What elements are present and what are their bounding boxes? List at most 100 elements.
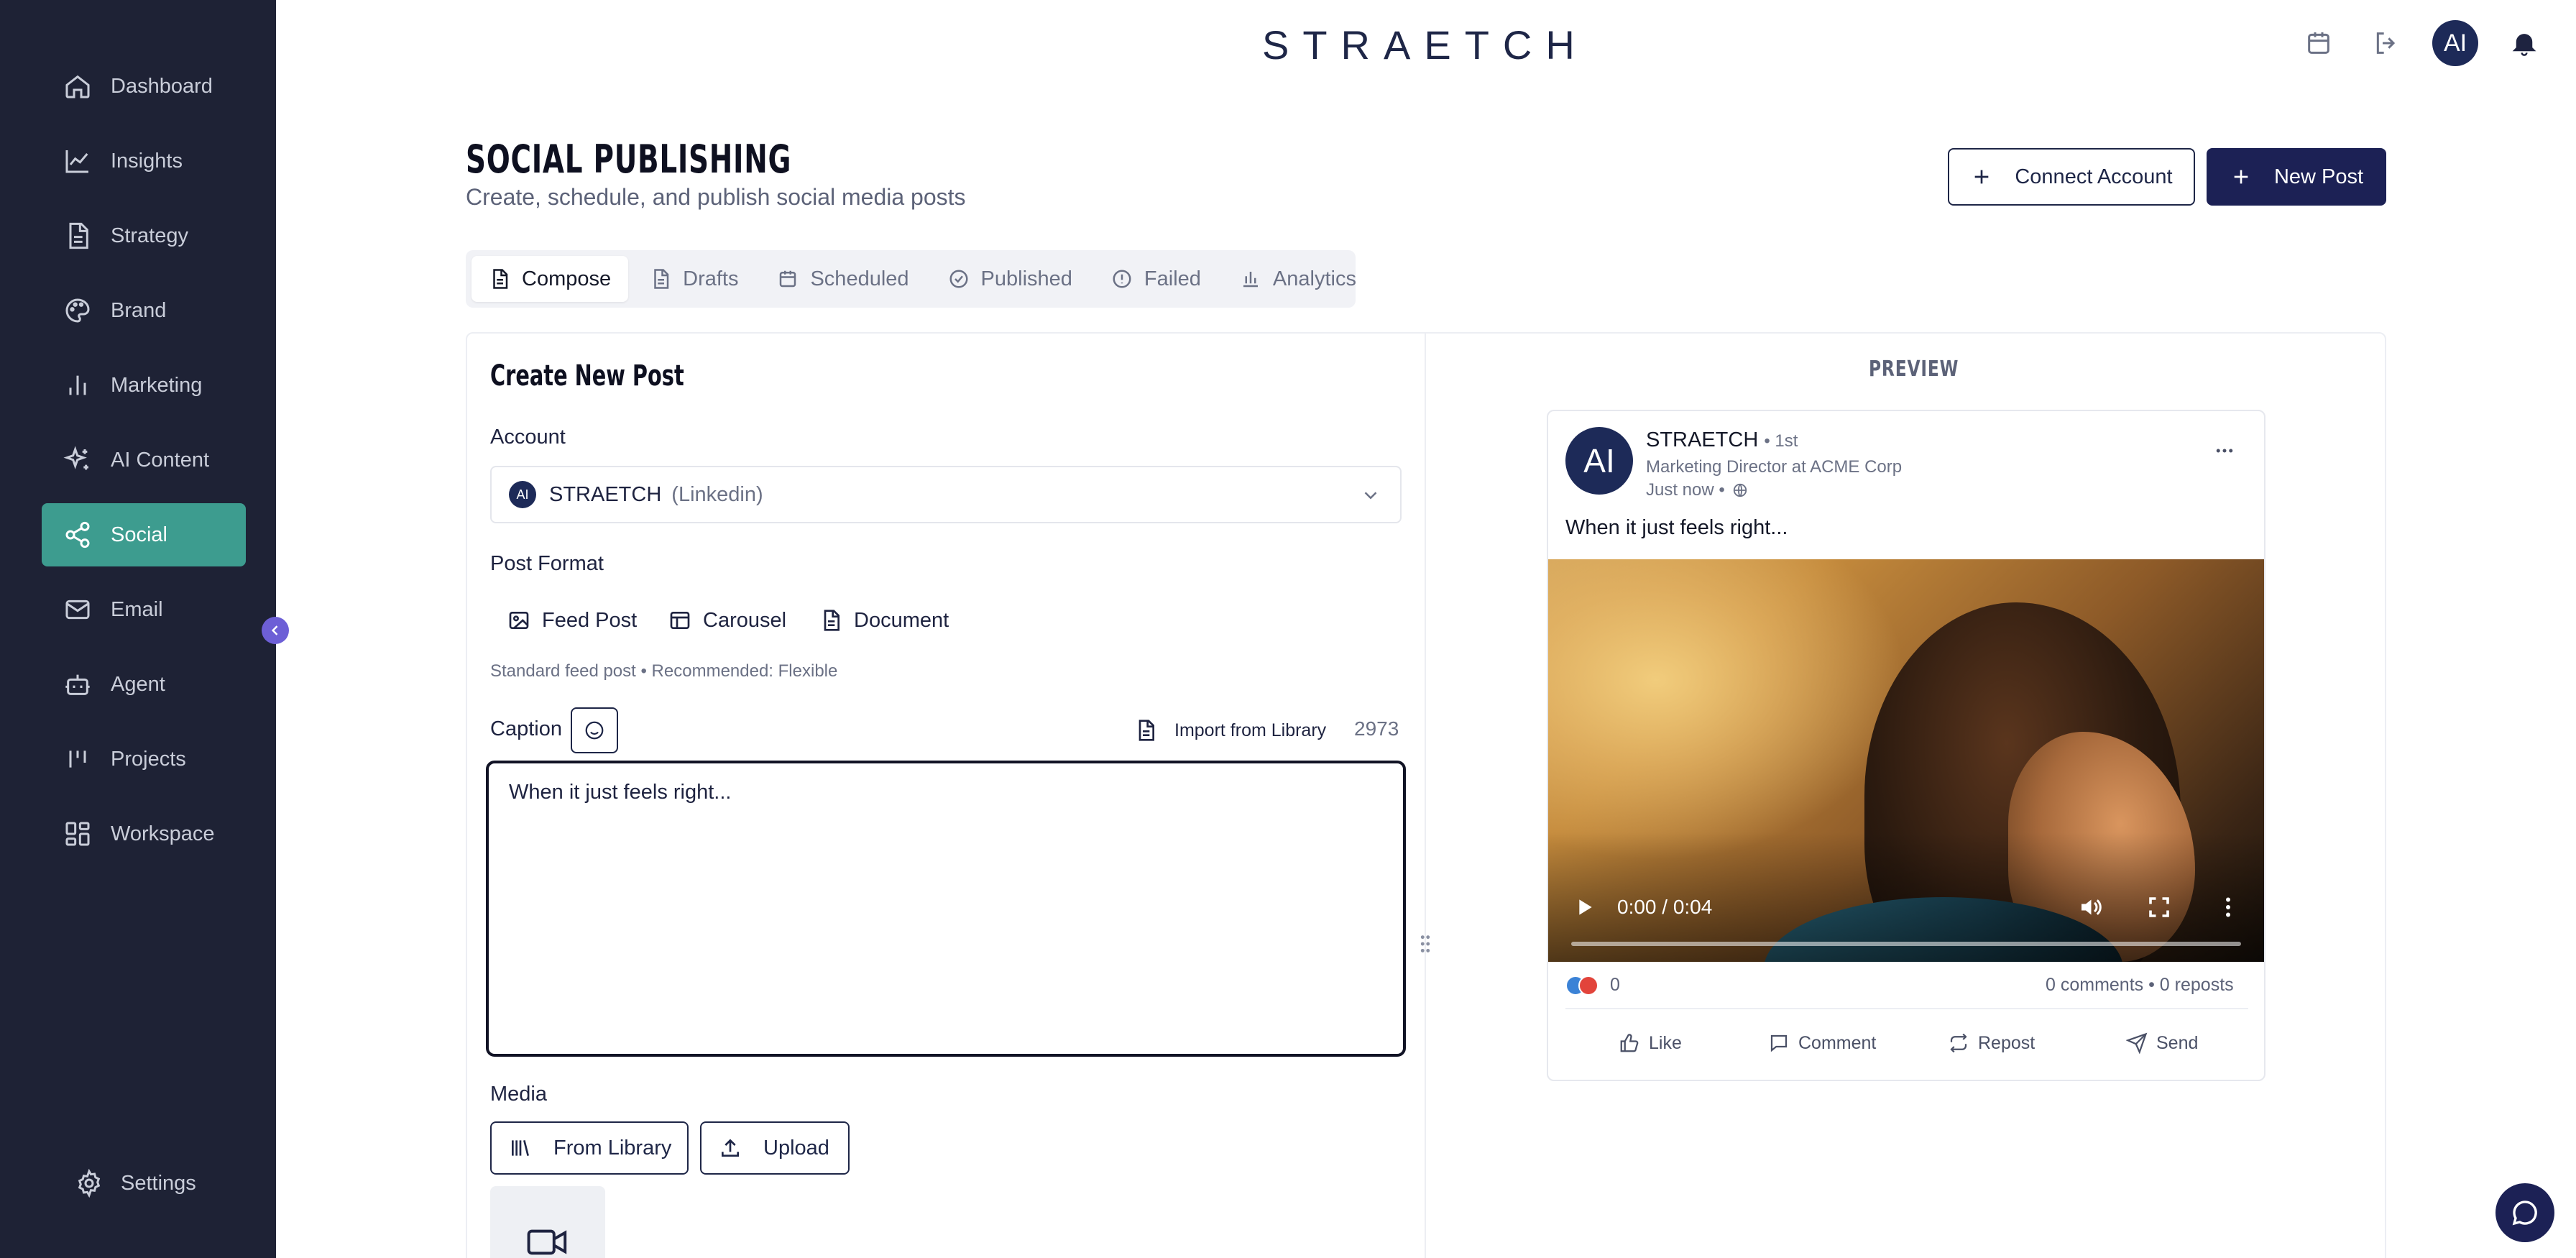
video-player[interactable]: 0:00 / 0:04	[1548, 559, 2264, 962]
plus-icon	[2234, 170, 2248, 184]
document-icon	[69, 222, 88, 249]
upload-button[interactable]: Upload	[700, 1121, 850, 1175]
sidebar-item-dashboard[interactable]: Dashboard	[42, 55, 246, 118]
document-icon	[824, 610, 840, 631]
sidebar-item-label: Projects	[111, 747, 186, 771]
tab-drafts[interactable]: Drafts	[632, 256, 755, 302]
sidebar-item-ai-content[interactable]: AI Content	[42, 428, 246, 492]
sidebar-item-label: Strategy	[111, 224, 188, 247]
format-hint: Standard feed post • Recommended: Flexib…	[490, 661, 838, 681]
new-post-button[interactable]: New Post	[2207, 148, 2386, 206]
gear-icon	[78, 1169, 101, 1198]
chevron-down-icon	[1364, 492, 1377, 500]
document-icon	[493, 269, 508, 289]
media-label: Media	[490, 1083, 547, 1106]
sidebar-item-workspace[interactable]: Workspace	[42, 802, 246, 866]
preview-text: When it just feels right...	[1565, 516, 1788, 539]
tab-published[interactable]: Published	[931, 256, 1090, 302]
document-icon	[1138, 720, 1154, 741]
video-icon	[527, 1229, 567, 1255]
repost-action[interactable]: Repost	[1948, 1032, 2035, 1054]
volume-icon[interactable]	[2077, 894, 2103, 920]
comment-action[interactable]: Comment	[1768, 1032, 1876, 1054]
library-icon	[512, 1140, 529, 1156]
caption-textarea[interactable]: When it just feels right...	[486, 761, 1406, 1057]
tab-analytics[interactable]: Analytics	[1223, 256, 1374, 302]
fullscreen-icon[interactable]	[2146, 894, 2172, 920]
format-document[interactable]: Document	[819, 602, 949, 638]
mail-icon	[65, 600, 90, 620]
engagement-stats: 0 comments • 0 reposts	[2046, 975, 2234, 995]
sidebar-item-social[interactable]: Social	[42, 503, 246, 566]
sidebar-item-insights[interactable]: Insights	[42, 129, 246, 193]
card-divider	[1565, 1008, 2248, 1009]
plus-icon	[1975, 170, 1989, 184]
video-progress-bar[interactable]	[1571, 942, 2241, 946]
caption-label: Caption	[490, 717, 562, 740]
user-avatar[interactable]: AI	[2432, 20, 2478, 66]
love-reaction-icon	[1578, 975, 1598, 996]
calendar-icon[interactable]	[2304, 29, 2333, 58]
smile-icon	[585, 721, 604, 740]
layout-icon	[670, 612, 690, 629]
send-action[interactable]: Send	[2126, 1032, 2198, 1054]
sidebar-item-brand[interactable]: Brand	[42, 279, 246, 342]
page-subtitle: Create, schedule, and publish social med…	[466, 184, 966, 210]
format-feed-post[interactable]: Feed Post	[507, 602, 637, 638]
preview-title: PREVIEW	[1869, 357, 1959, 382]
sidebar-collapse-button[interactable]	[262, 617, 289, 644]
tab-failed[interactable]: Failed	[1094, 256, 1218, 302]
format-carousel[interactable]: Carousel	[668, 602, 786, 638]
post-format-label: Post Format	[490, 552, 604, 575]
import-from-library-button[interactable]: Import from Library	[1134, 716, 1326, 745]
like-action[interactable]: Like	[1619, 1032, 1682, 1054]
logout-icon[interactable]	[2372, 29, 2401, 58]
sidebar: Dashboard Insights Strategy Brand Market…	[0, 0, 276, 1258]
account-select[interactable]: AI STRAETCH (Linkedin)	[490, 466, 1402, 523]
sidebar-item-label: Social	[111, 523, 167, 546]
resize-handle-icon[interactable]	[1418, 933, 1432, 955]
video-time: 0:00 / 0:04	[1617, 896, 1713, 918]
sidebar-item-marketing[interactable]: Marketing	[42, 354, 246, 417]
sidebar-item-label: Workspace	[111, 822, 215, 845]
tab-compose[interactable]: Compose	[472, 256, 629, 302]
repost-icon	[1950, 1033, 1967, 1053]
sidebar-item-label: Insights	[111, 149, 183, 173]
reaction-summary: 0	[1565, 975, 1620, 996]
play-icon[interactable]	[1573, 896, 1596, 919]
comment-icon	[1770, 1034, 1788, 1052]
alert-circle-icon	[1113, 270, 1131, 288]
check-circle-icon	[949, 270, 968, 288]
media-thumbnail[interactable]	[490, 1186, 605, 1258]
home-icon	[65, 75, 90, 98]
video-controls: 0:00 / 0:04	[1548, 876, 2264, 962]
calendar-icon	[780, 270, 796, 288]
emoji-button[interactable]	[571, 707, 618, 753]
app-logo[interactable]: STRAETCH	[1262, 22, 1590, 68]
connect-account-button[interactable]: Connect Account	[1948, 148, 2195, 206]
more-options-icon[interactable]	[2212, 440, 2237, 462]
sidebar-item-label: Brand	[111, 298, 167, 322]
tab-scheduled[interactable]: Scheduled	[760, 256, 926, 302]
sidebar-item-projects[interactable]: Projects	[42, 727, 246, 791]
from-library-button[interactable]: From Library	[490, 1121, 689, 1175]
more-vertical-icon[interactable]	[2215, 894, 2241, 920]
bar-chart-icon	[69, 375, 86, 395]
character-count: 2973	[1354, 717, 1399, 740]
sidebar-item-settings[interactable]: Settings	[75, 1167, 196, 1199]
account-label: Account	[490, 426, 566, 449]
globe-icon	[1733, 483, 1747, 497]
trend-icon	[65, 150, 88, 173]
chat-support-button[interactable]	[2496, 1183, 2554, 1242]
thumbs-up-icon	[1620, 1034, 1639, 1052]
sidebar-item-email[interactable]: Email	[42, 578, 246, 641]
grid-icon	[65, 822, 90, 846]
palette-icon	[65, 298, 90, 323]
sidebar-item-label: Email	[111, 597, 163, 621]
bell-icon[interactable]	[2510, 29, 2539, 58]
bar-chart-icon	[1243, 272, 1258, 288]
sidebar-item-agent[interactable]: Agent	[42, 653, 246, 716]
sidebar-item-strategy[interactable]: Strategy	[42, 204, 246, 267]
preview-avatar: AI	[1565, 427, 1633, 495]
share-icon	[65, 521, 90, 548]
